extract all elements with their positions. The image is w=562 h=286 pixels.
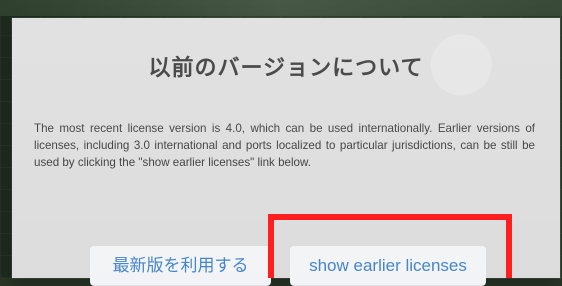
background-text-1	[27, 184, 252, 202]
dialog-title: 以前のバージョンについて	[148, 56, 424, 81]
dialog-body-text: The most recent license version is 4.0, …	[34, 122, 535, 170]
use-latest-button[interactable]: 最新版を利用する	[90, 246, 271, 286]
background-text-2	[28, 212, 188, 228]
top-strip	[0, 0, 562, 16]
highlight-box	[268, 214, 512, 278]
